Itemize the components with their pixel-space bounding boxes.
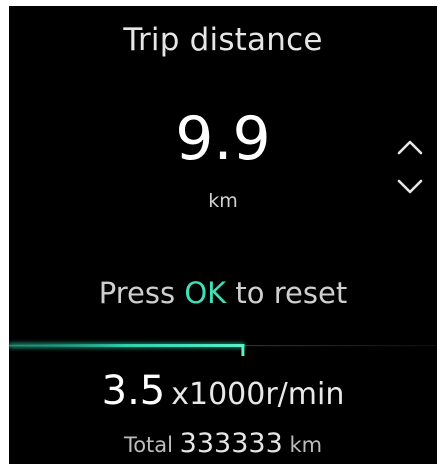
- trip-distance-value: 9.9: [175, 104, 271, 174]
- chevron-up-icon[interactable]: [395, 136, 425, 158]
- total-value: 333333: [179, 428, 283, 459]
- total-label: Total: [123, 433, 173, 457]
- rpm-bar: [9, 336, 437, 360]
- page-title: Trip distance: [123, 22, 323, 58]
- reset-hint: Press OK to reset: [9, 276, 437, 310]
- rpm-unit: x1000r/min: [171, 377, 345, 412]
- rpm-bar-fill: [9, 344, 245, 347]
- trip-distance-unit: km: [208, 190, 238, 212]
- reset-hint-suffix: to reset: [226, 276, 348, 310]
- rpm-value: 3.5: [101, 368, 166, 414]
- instrument-screen: Trip distance 9.9 km Press OK to reset 3…: [9, 6, 437, 464]
- total-distance: Total 333333 km: [9, 428, 437, 459]
- reset-hint-prefix: Press: [98, 276, 185, 310]
- total-unit: km: [289, 433, 323, 457]
- chevron-down-icon[interactable]: [395, 176, 425, 198]
- rpm-readout: 3.5 x1000r/min: [9, 368, 437, 414]
- ok-key-label: OK: [184, 276, 227, 310]
- rpm-bar-tick: [241, 344, 245, 356]
